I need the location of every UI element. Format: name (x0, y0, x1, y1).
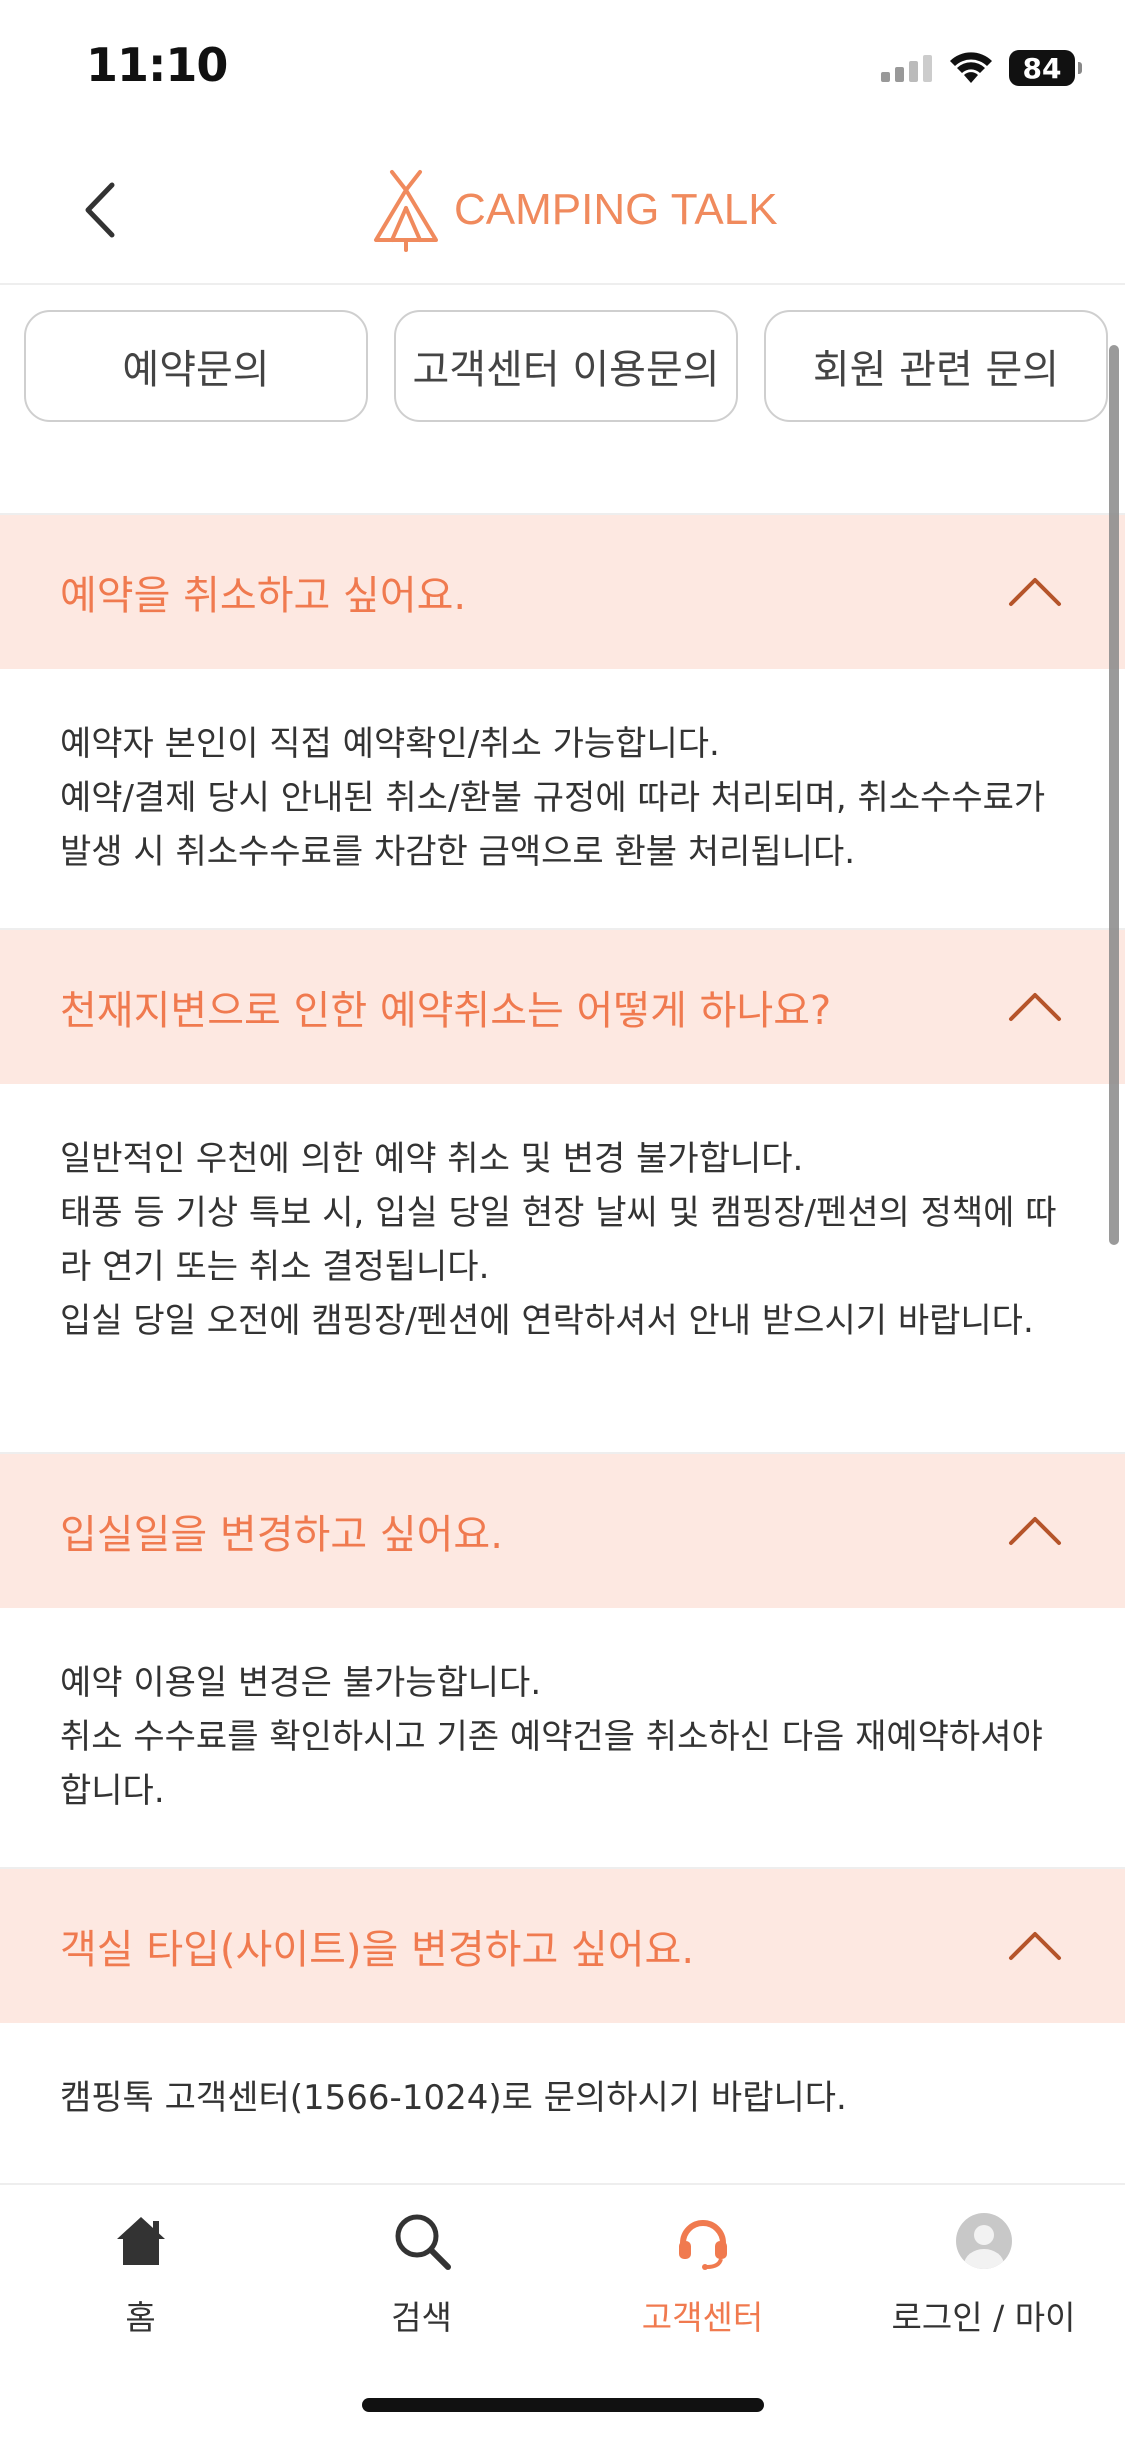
chevron-up-icon (1009, 1932, 1061, 1960)
scrollbar[interactable] (1109, 345, 1119, 1245)
tab-label: 고객센터 (641, 2298, 764, 2337)
headset-icon (671, 2209, 735, 2273)
logo: CAMPING TALK (370, 165, 778, 255)
chevron-left-icon (85, 182, 115, 238)
chevron-up-icon (1009, 578, 1061, 606)
faq-item: 객실 타입(사이트)을 변경하고 싶어요. 캠핑톡 고객센터(1566-1024… (0, 1867, 1125, 2183)
faq-answer-line: 예약 이용일 변경은 불가능합니다. (60, 1663, 542, 1703)
nav-header: CAMPING TALK (0, 135, 1125, 285)
faq-item: 예약을 취소하고 싶어요. 예약자 본인이 직접 예약확인/취소 가능합니다. … (0, 513, 1125, 928)
faq-question[interactable]: 입실일을 변경하고 싶어요. (0, 1452, 1125, 1608)
tent-logo-icon (374, 170, 438, 252)
tab-label: 검색 (391, 2298, 452, 2337)
faq-question-text: 입실일을 변경하고 싶어요. (60, 1512, 503, 1558)
battery-indicator: 84 (1009, 50, 1082, 86)
faq-answer: 일반적인 우천에 의한 예약 취소 및 변경 불가합니다. 태풍 등 기상 특보… (0, 1084, 1125, 1452)
status-icons: 84 (881, 48, 1082, 88)
home-icon (109, 2209, 173, 2273)
status-bar: 11:10 84 (0, 0, 1125, 135)
faq-answer: 캠핑톡 고객센터(1566-1024)로 문의하시기 바랍니다. (0, 2023, 1125, 2183)
faq-answer-line: 일반적인 우천에 의한 예약 취소 및 변경 불가합니다. (60, 1139, 804, 1179)
faq-question-text: 천재지변으로 인한 예약취소는 어떻게 하나요? (60, 988, 832, 1034)
cellular-signal-icon (881, 55, 932, 82)
faq-answer-line: 입실 당일 오전에 캠핑장/펜션에 연락하셔서 안내 받으시기 바랍니다. (60, 1301, 1034, 1341)
tab-customer-center[interactable]: 고객센터 (562, 2209, 843, 2359)
category-button-service-center[interactable]: 고객센터 이용문의 (394, 310, 738, 422)
faq-question-text: 예약을 취소하고 싶어요. (60, 573, 467, 619)
logo-text: CAMPING TALK (454, 185, 778, 234)
faq-answer-line: 캠핑톡 고객센터(1566-1024)로 문의하시기 바랍니다. (60, 2078, 847, 2118)
tab-login-my[interactable]: 로그인 / 마이 (843, 2209, 1124, 2359)
wifi-icon (950, 52, 992, 83)
faq-question[interactable]: 천재지변으로 인한 예약취소는 어떻게 하나요? (0, 928, 1125, 1084)
tab-label: 홈 (125, 2298, 156, 2337)
search-icon (390, 2209, 454, 2273)
faq-answer-line: 태풍 등 기상 특보 시, 입실 당일 현장 날씨 및 캠핑장/펜션의 정책에 … (60, 1193, 1057, 1287)
faq-answer: 예약자 본인이 직접 예약확인/취소 가능합니다. 예약/결제 당시 안내된 취… (0, 669, 1125, 928)
faq-answer-line: 취소 수수료를 확인하시고 기존 예약건을 취소하신 다음 재예약하셔야 합니다… (60, 1717, 1043, 1811)
category-button-reservation[interactable]: 예약문의 (24, 310, 368, 422)
chevron-up-icon (1009, 993, 1061, 1021)
category-tabs: 예약문의 고객센터 이용문의 회원 관련 문의 (24, 310, 1114, 422)
tab-home[interactable]: 홈 (0, 2209, 281, 2359)
faq-answer: 예약 이용일 변경은 불가능합니다. 취소 수수료를 확인하시고 기존 예약건을… (0, 1608, 1125, 1867)
faq-question[interactable]: 예약을 취소하고 싶어요. (0, 513, 1125, 669)
tab-label: 로그인 / 마이 (891, 2298, 1076, 2337)
category-button-member[interactable]: 회원 관련 문의 (764, 310, 1108, 422)
faq-question-text: 객실 타입(사이트)을 변경하고 싶어요. (60, 1927, 695, 1973)
avatar-icon (952, 2209, 1016, 2273)
faq-list: 예약을 취소하고 싶어요. 예약자 본인이 직접 예약확인/취소 가능합니다. … (0, 513, 1125, 2183)
status-time: 11:10 (86, 38, 228, 92)
faq-question[interactable]: 객실 타입(사이트)을 변경하고 싶어요. (0, 1867, 1125, 2023)
faq-answer-line: 예약/결제 당시 안내된 취소/환불 규정에 따라 처리되며, 취소수수료가 발… (60, 778, 1046, 872)
faq-item: 천재지변으로 인한 예약취소는 어떻게 하나요? 일반적인 우천에 의한 예약 … (0, 928, 1125, 1452)
faq-item: 입실일을 변경하고 싶어요. 예약 이용일 변경은 불가능합니다. 취소 수수료… (0, 1452, 1125, 1867)
home-indicator (362, 2398, 764, 2412)
chevron-up-icon (1009, 1517, 1061, 1545)
tab-search[interactable]: 검색 (281, 2209, 562, 2359)
back-button[interactable] (70, 175, 130, 245)
faq-answer-line: 예약자 본인이 직접 예약확인/취소 가능합니다. (60, 724, 720, 764)
battery-level: 84 (1022, 51, 1062, 85)
